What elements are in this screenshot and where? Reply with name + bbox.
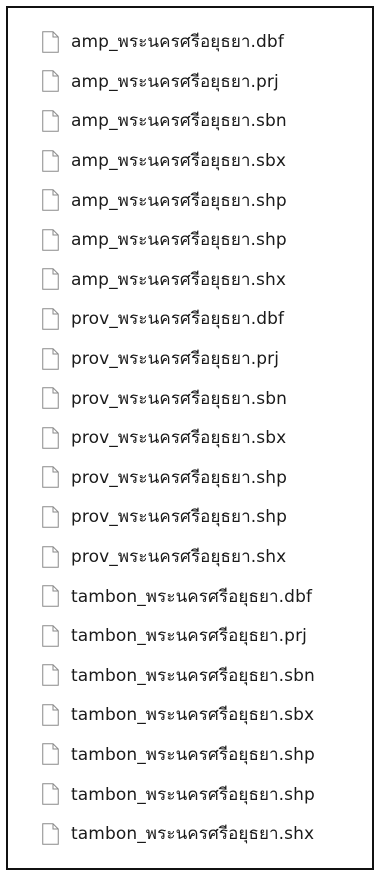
file-item[interactable]: prov_พระนครศรีอยุธยา.sbn — [8, 378, 372, 418]
file-item[interactable]: prov_พระนครศรีอยุธยา.shp — [8, 497, 372, 537]
file-item[interactable]: tambon_พระนครศรีอยุธยา.shp — [8, 735, 372, 775]
file-name: prov_พระนครศรีอยุธยา.shp — [71, 507, 287, 528]
blank-file-icon — [42, 268, 59, 291]
blank-file-icon — [42, 31, 59, 53]
file-name: amp_พระนครศรีอยุธยา.shp — [71, 230, 287, 251]
file-name: tambon_พระนครศรีอยุธยา.shx — [71, 824, 315, 845]
blank-file-icon — [42, 426, 59, 449]
file-name: tambon_พระนครศรีอยุธยา.sbx — [71, 705, 315, 726]
blank-file-icon — [42, 387, 59, 409]
file-name: prov_พระนครศรีอยุธยา.shx — [71, 547, 287, 568]
blank-file-icon — [42, 506, 59, 528]
blank-file-icon — [42, 466, 59, 489]
blank-file-icon — [42, 822, 59, 845]
file-name: amp_พระนครศรีอยุธยา.dbf — [71, 32, 284, 53]
file-item[interactable]: prov_พระนครศรีอยุธยา.dbf — [8, 299, 372, 339]
blank-file-icon — [42, 229, 59, 251]
file-item[interactable]: tambon_พระนครศรีอยุธยา.shp — [8, 774, 372, 814]
file-name: amp_พระนครศรีอยุธยา.shp — [71, 190, 287, 211]
file-item[interactable]: prov_พระนครศรีอยุธยา.sbx — [8, 418, 372, 458]
file-name: prov_พระนครศรีอยุธยา.prj — [71, 349, 280, 370]
blank-file-icon — [42, 743, 59, 766]
blank-file-icon — [42, 585, 59, 607]
file-name: amp_พระนครศรีอยุธยา.shx — [71, 269, 287, 290]
file-item[interactable]: prov_พระนครศรีอยุธยา.shp — [8, 458, 372, 498]
blank-file-icon — [42, 189, 59, 211]
file-item[interactable]: amp_พระนครศรีอยุธยา.sbn — [8, 101, 372, 141]
blank-file-icon — [42, 624, 59, 647]
file-item[interactable]: tambon_พระนครศรีอยุธยา.dbf — [8, 576, 372, 616]
file-item[interactable]: tambon_พระนครศรีอยุธยา.sbn — [8, 656, 372, 696]
file-name: amp_พระนครศรีอยุธยา.prj — [71, 71, 279, 92]
file-item[interactable]: amp_พระนครศรีอยุธยา.shp — [8, 220, 372, 260]
blank-file-icon — [42, 149, 59, 172]
file-name: tambon_พระนครศรีอยุธยา.shp — [71, 784, 315, 805]
file-name: prov_พระนครศรีอยุธยา.sbn — [71, 388, 287, 409]
file-name: prov_พระนครศรีอยุธยา.dbf — [71, 309, 285, 330]
file-item[interactable]: tambon_พระนครศรีอยุธยา.sbx — [8, 695, 372, 735]
file-item[interactable]: amp_พระนครศรีอยุธยา.sbx — [8, 141, 372, 181]
file-list-panel: amp_พระนครศรีอยุธยา.dbf amp_พระนครศรีอยุ… — [6, 6, 374, 870]
file-item[interactable]: tambon_พระนครศรีอยุธยา.prj — [8, 616, 372, 656]
file-name: tambon_พระนครศรีอยุธยา.dbf — [71, 586, 313, 607]
blank-file-icon — [42, 347, 59, 370]
blank-file-icon — [42, 545, 59, 568]
file-item[interactable]: amp_พระนครศรีอยุธยา.prj — [8, 62, 372, 102]
file-name: prov_พระนครศรีอยุธยา.sbx — [71, 428, 287, 449]
file-item[interactable]: amp_พระนครศรีอยุธยา.shx — [8, 260, 372, 300]
file-item[interactable]: prov_พระนครศรีอยุธยา.prj — [8, 339, 372, 379]
file-name: amp_พระนครศรีอยุธยา.sbx — [71, 151, 287, 172]
file-item[interactable]: amp_พระนครศรีอยุธยา.shp — [8, 180, 372, 220]
file-item[interactable]: prov_พระนครศรีอยุธยา.shx — [8, 537, 372, 577]
blank-file-icon — [42, 704, 59, 726]
file-name: amp_พระนครศรีอยุธยา.sbn — [71, 111, 287, 132]
blank-file-icon — [42, 783, 59, 805]
file-list: amp_พระนครศรีอยุธยา.dbf amp_พระนครศรีอยุ… — [8, 8, 372, 853]
blank-file-icon — [42, 110, 59, 132]
file-name: prov_พระนครศรีอยุธยา.shp — [71, 467, 287, 488]
file-name: tambon_พระนครศรีอยุธยา.shp — [71, 744, 315, 765]
file-name: tambon_พระนครศรีอยุธยา.prj — [71, 626, 307, 647]
file-name: tambon_พระนครศรีอยุธยา.sbn — [71, 665, 315, 686]
file-item[interactable]: amp_พระนครศรีอยุธยา.dbf — [8, 22, 372, 62]
blank-file-icon — [42, 70, 59, 93]
file-item[interactable]: tambon_พระนครศรีอยุธยา.shx — [8, 814, 372, 854]
blank-file-icon — [42, 308, 59, 330]
blank-file-icon — [42, 664, 59, 687]
